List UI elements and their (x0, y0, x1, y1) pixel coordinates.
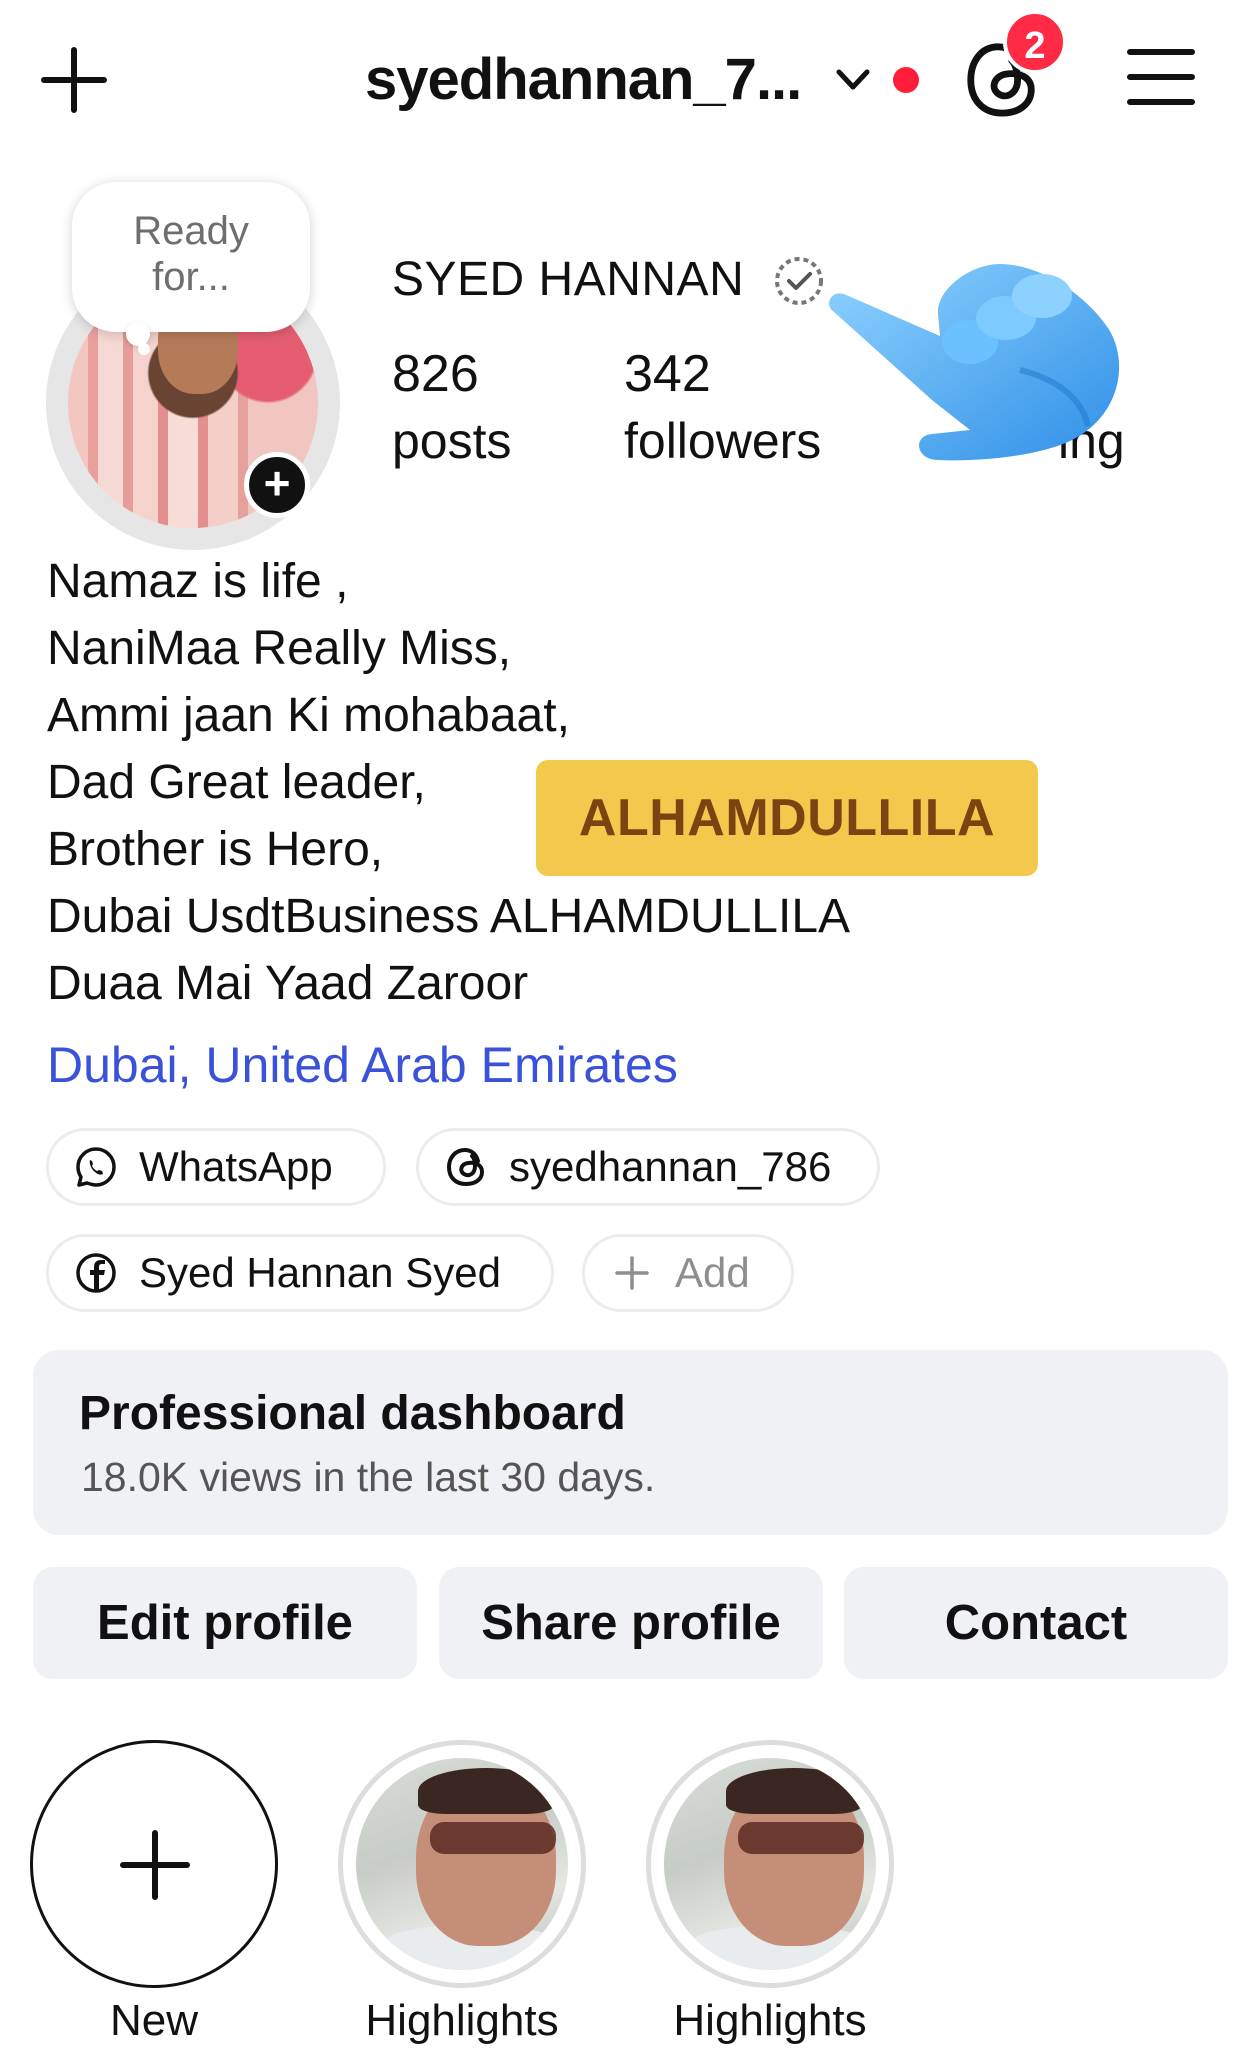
threads-link-label: syedhannan_786 (509, 1143, 832, 1190)
threads-link-chip[interactable]: syedhannan_786 (416, 1128, 880, 1206)
new-highlight-label: New (109, 1996, 199, 2045)
note-text-line2: for... (152, 255, 230, 299)
dashboard-title: Professional dashboard (79, 1387, 626, 1440)
bio-line: NaniMaa Really Miss, (47, 622, 512, 675)
create-plus-icon[interactable] (38, 44, 110, 116)
note-bubble-tail-small (138, 343, 150, 355)
contact-button[interactable]: Contact (844, 1567, 1228, 1679)
plus-icon (615, 1256, 649, 1290)
facebook-link-chip[interactable]: Syed Hannan Syed (46, 1234, 554, 1312)
highlight-cover[interactable] (664, 1758, 876, 1970)
highlight-label: Highlights (365, 1996, 559, 2045)
followers-count[interactable]: 342 (624, 344, 711, 404)
account-notification-dot (893, 67, 919, 93)
facebook-link-label: Syed Hannan Syed (139, 1249, 501, 1296)
highlight-label: Highlights (673, 1996, 867, 2045)
share-profile-button[interactable]: Share profile (439, 1567, 823, 1679)
hamburger-menu-icon[interactable] (1126, 46, 1196, 108)
plus-icon (120, 1830, 190, 1900)
whatsapp-icon (76, 1147, 116, 1187)
bio-line: Duaa Mai Yaad Zaroor (47, 957, 529, 1010)
edit-profile-button[interactable]: Edit profile (33, 1567, 417, 1679)
alhamdullila-overlay-badge: ALHAMDULLILA (536, 760, 1038, 876)
top-bar: syedhannan_7... 2 (0, 0, 1260, 150)
add-story-button[interactable]: + (244, 452, 310, 518)
location-link[interactable]: Dubai, United Arab Emirates (47, 1036, 678, 1094)
whatsapp-link-label: WhatsApp (139, 1143, 333, 1190)
threads-icon (446, 1147, 485, 1187)
new-highlight-button[interactable] (30, 1740, 278, 1988)
note-bubble-tail (126, 322, 150, 346)
followers-label[interactable]: followers (624, 412, 821, 470)
add-link-chip[interactable]: Add (582, 1234, 794, 1312)
professional-dashboard-card[interactable]: Professional dashboard 18.0K views in th… (33, 1350, 1228, 1535)
note-text-line1: Ready (133, 209, 249, 253)
bio-line: Dubai UsdtBusiness ALHAMDULLILA (47, 890, 851, 943)
posts-count[interactable]: 826 (392, 344, 479, 404)
pointing-hand-icon (829, 264, 1120, 461)
facebook-icon (76, 1253, 116, 1293)
add-link-label: Add (675, 1249, 750, 1296)
dashboard-subtitle: 18.0K views in the last 30 days. (81, 1454, 656, 1500)
verification-badge-icon[interactable] (772, 254, 826, 308)
note-bubble[interactable]: Ready for... (72, 182, 310, 332)
notification-badge: 2 (1003, 10, 1067, 74)
display-name: SYED HANNAN (392, 253, 745, 306)
username-title[interactable]: syedhannan_7... (365, 46, 802, 113)
bio-line: Namaz is life , (47, 555, 349, 608)
highlight-cover[interactable] (356, 1758, 568, 1970)
chevron-down-icon[interactable] (833, 60, 873, 100)
whatsapp-link-chip[interactable]: WhatsApp (46, 1128, 386, 1206)
posts-label[interactable]: posts (392, 412, 512, 470)
bio-line: Ammi jaan Ki mohabaat, (47, 689, 570, 742)
